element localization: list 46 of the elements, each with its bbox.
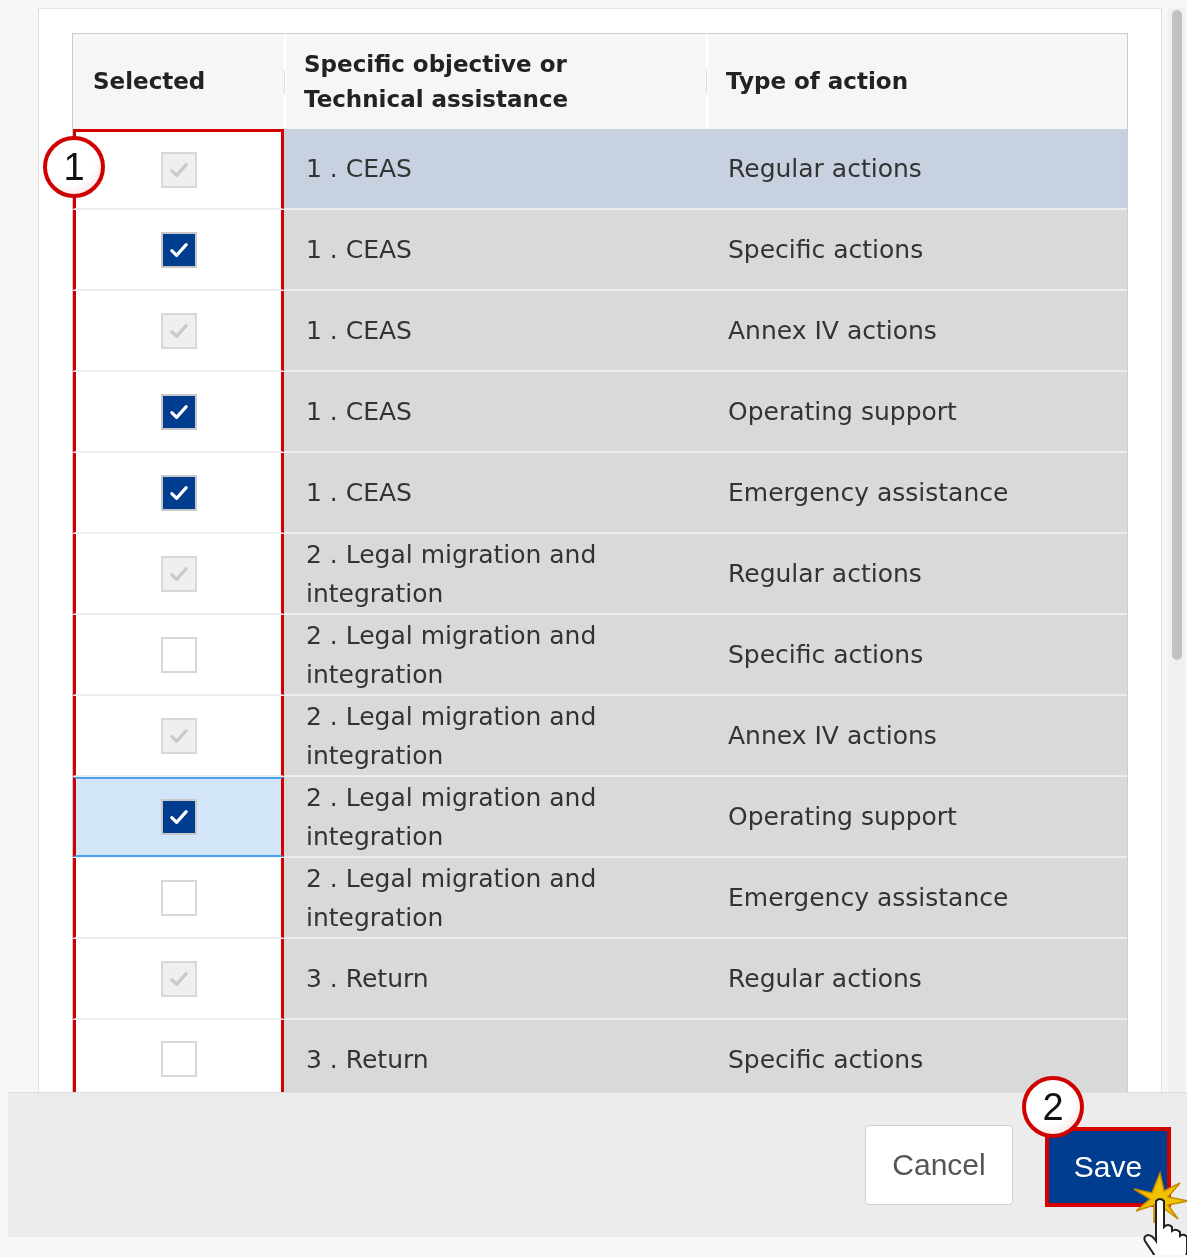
column-header[interactable]: Selected (93, 64, 206, 99)
table-cell-text: Operating support (728, 801, 957, 833)
column-header[interactable]: Type of action (726, 64, 909, 99)
table-cell-text: 2 . Legal migration and integration (306, 862, 598, 934)
table-cell-text: Operating support (728, 396, 957, 428)
table-cell-text: 2 . Legal migration and integration (306, 538, 598, 610)
table-cell-text: 1 . CEAS (306, 234, 412, 266)
table-cell-text: Regular actions (728, 153, 922, 185)
table-cell-text: 2 . Legal migration and integration (306, 619, 598, 691)
table-row[interactable]: 2 . Legal migration and integration Specific actions (73, 615, 1127, 696)
table-cell-text: Specific actions (728, 1044, 924, 1076)
table-row[interactable]: 1 . CEAS Emergency assistance (73, 453, 1127, 534)
table-cell-text: 1 . CEAS (306, 396, 412, 428)
table-cell-text: 1 . CEAS (306, 315, 412, 347)
checkbox[interactable] (160, 1040, 197, 1077)
table-row[interactable]: 3 . Return Specific actions (73, 1020, 1127, 1093)
table-cell-text: Regular actions (728, 963, 922, 995)
table-cell-text: Emergency assistance (728, 477, 1009, 509)
table-cell-text: 2 . Legal migration and integration (306, 700, 598, 772)
checkbox[interactable] (160, 393, 197, 430)
checkbox[interactable] (160, 879, 197, 916)
checkbox[interactable] (160, 474, 197, 511)
cancel-button[interactable]: Cancel (865, 1125, 1013, 1205)
table-cell-text: Annex IV actions (728, 315, 937, 347)
table-row[interactable]: 1 . CEAS Operating support (73, 372, 1127, 453)
table-cell-text: 1 . CEAS (306, 477, 412, 509)
table-row[interactable]: 2 . Legal migration and integration Operating support (73, 777, 1127, 858)
checkbox[interactable] (160, 799, 197, 835)
save-button[interactable]: Save (1045, 1127, 1171, 1207)
scrollbar[interactable] (1168, 8, 1185, 1092)
column-header[interactable]: Specific objective or Technical assistance (304, 46, 685, 117)
table-cell-text: Emergency assistance (728, 882, 1009, 914)
checkbox[interactable] (160, 231, 197, 268)
table-cell-text: 3 . Return (306, 963, 429, 995)
table-row[interactable]: 2 . Legal migration and integration Emergency assistance (73, 858, 1127, 939)
scrollbar-thumb[interactable] (1171, 10, 1182, 660)
table-cell-text: 2 . Legal migration and integration (306, 781, 598, 853)
table-cell-text: 3 . Return (306, 1044, 429, 1076)
table-cell-text: Specific actions (728, 234, 924, 266)
checkbox[interactable] (160, 636, 197, 673)
table-cell-text: Regular actions (728, 558, 922, 590)
table-cell-text: Specific actions (728, 639, 924, 671)
table-cell-text: Annex IV actions (728, 720, 937, 752)
step-number-tooltip: 1 (43, 136, 105, 198)
table-cell-text: 1 . CEAS (306, 153, 412, 185)
table-row[interactable]: 1 . CEAS Specific actions (73, 210, 1127, 291)
